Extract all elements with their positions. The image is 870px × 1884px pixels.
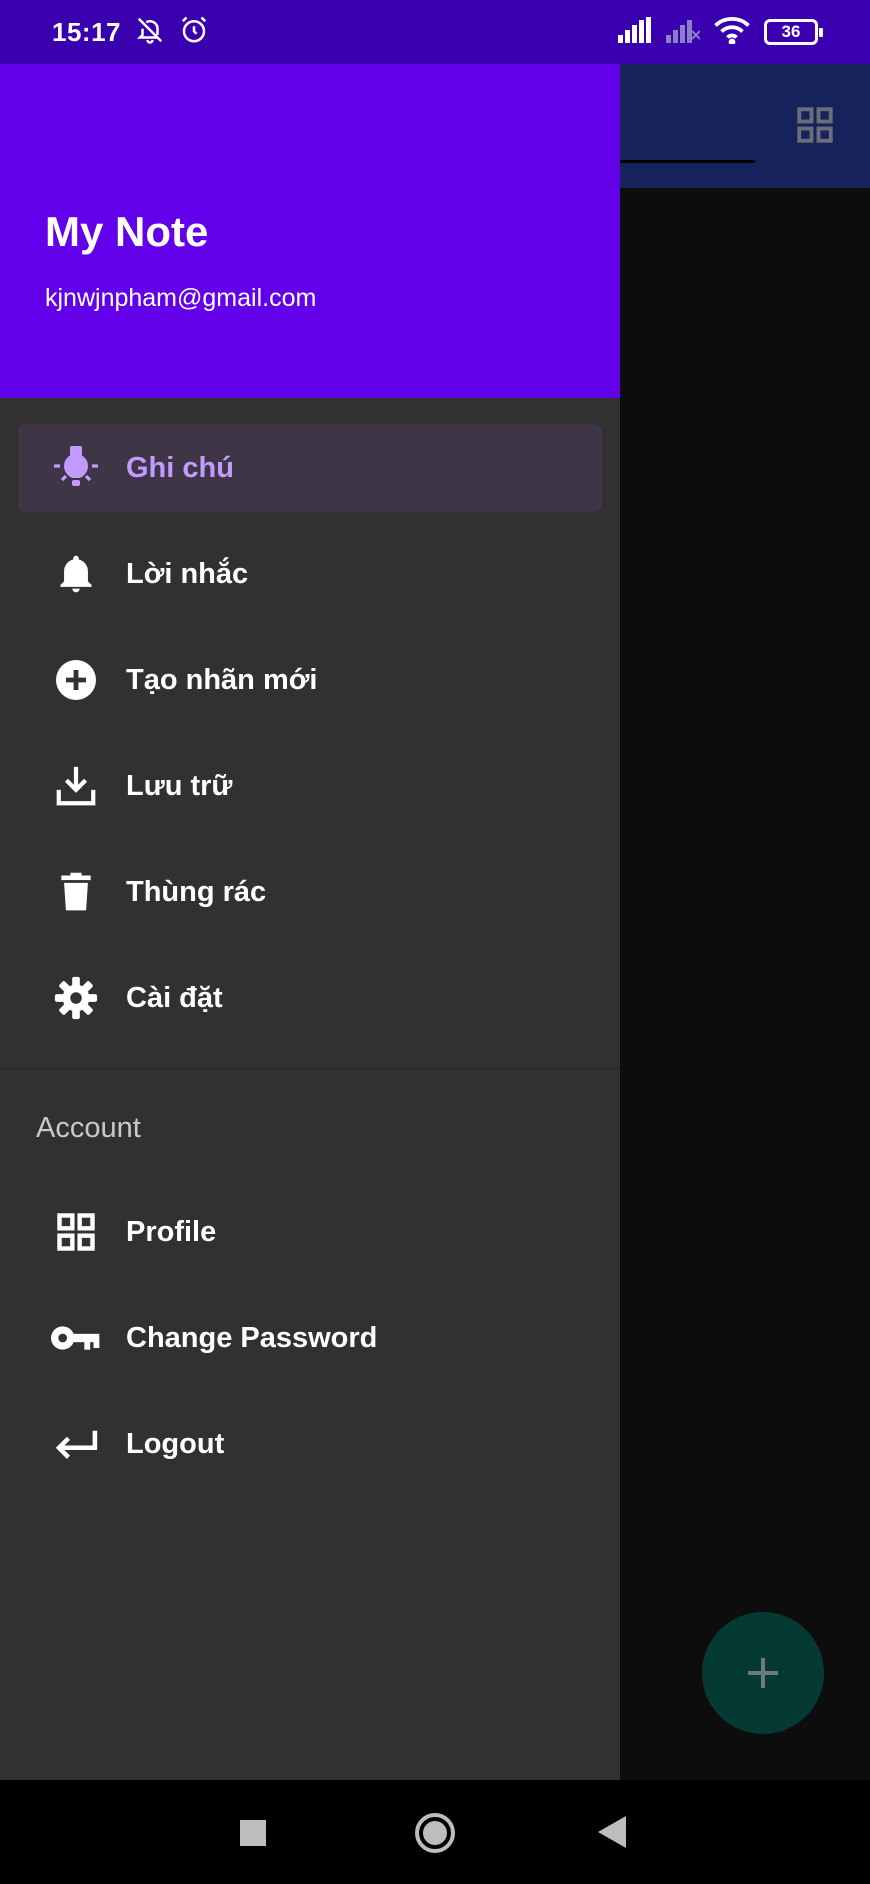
status-time: 15:17: [52, 16, 121, 47]
menu-item-change-password[interactable]: Change Password: [18, 1294, 602, 1382]
battery-icon: 36: [764, 19, 823, 45]
recents-button[interactable]: [240, 1820, 266, 1851]
download-icon: [26, 763, 126, 809]
bell-off-icon: [135, 15, 165, 50]
home-button[interactable]: [414, 1812, 456, 1859]
add-circle-icon: [26, 656, 126, 704]
status-bar: 15:17 36: [0, 0, 870, 64]
gear-icon: [26, 975, 126, 1021]
menu-item-label: Profile: [126, 1215, 217, 1248]
plus-icon: [748, 1658, 778, 1688]
signal-icon: [618, 16, 652, 48]
square-icon: [240, 1820, 266, 1846]
drawer-title: My Note: [45, 208, 209, 255]
menu-item-label: Logout: [126, 1427, 225, 1460]
menu-item-logout[interactable]: Logout: [18, 1400, 602, 1488]
menu-item-label: Ghi chú: [126, 451, 234, 484]
menu-item-label: Tạo nhãn mới: [126, 663, 318, 696]
menu-item-label: Cài đặt: [126, 981, 223, 1014]
bell-icon: [26, 552, 126, 596]
menu-item-notes[interactable]: Ghi chú: [18, 424, 602, 512]
menu-item-new-label[interactable]: Tạo nhãn mới: [18, 636, 602, 724]
logout-arrow-icon: [26, 1427, 126, 1461]
key-icon: [26, 1321, 126, 1355]
menu-item-trash[interactable]: Thùng rác: [18, 848, 602, 936]
grid-icon: [26, 1210, 126, 1254]
system-nav-bar: [0, 1780, 870, 1884]
menu-item-label: Change Password: [126, 1321, 378, 1354]
divider: [0, 1068, 620, 1070]
navigation-drawer: My Note kjnwjnpham@gmail.com Ghi chú Lời…: [0, 64, 620, 1780]
menu-item-label: Lưu trữ: [126, 769, 233, 802]
triangle-back-icon: [598, 1816, 626, 1848]
signal-off-icon: [666, 17, 701, 48]
trash-icon: [26, 870, 126, 914]
menu-item-archive[interactable]: Lưu trữ: [18, 742, 602, 830]
wifi-icon: [714, 16, 750, 49]
battery-level: 36: [781, 22, 801, 41]
menu-item-reminders[interactable]: Lời nhắc: [18, 530, 602, 618]
menu-item-profile[interactable]: Profile: [18, 1188, 602, 1276]
grid-view-icon[interactable]: [794, 104, 836, 151]
menu-item-label: Thùng rác: [126, 875, 267, 908]
drawer-email: kjnwjnpham@gmail.com: [45, 284, 317, 312]
circle-icon: [415, 1813, 455, 1853]
add-note-button[interactable]: [702, 1612, 824, 1734]
back-button[interactable]: [598, 1816, 626, 1853]
section-label-account: Account: [36, 1112, 141, 1144]
search-underline: [620, 160, 755, 163]
alarm-icon: [179, 15, 209, 50]
lightbulb-icon: [26, 444, 126, 492]
menu-item-label: Lời nhắc: [126, 557, 249, 590]
drawer-header: My Note kjnwjnpham@gmail.com: [0, 64, 620, 398]
menu-item-settings[interactable]: Cài đặt: [18, 954, 602, 1042]
